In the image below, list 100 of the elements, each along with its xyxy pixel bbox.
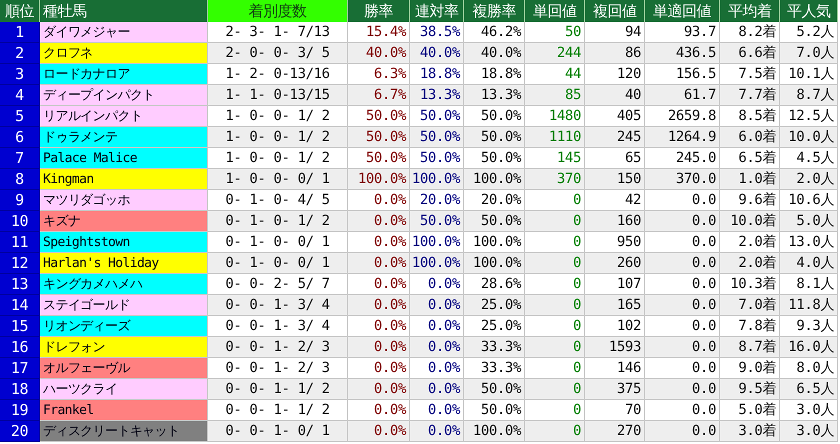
table-cell: 70 [585,400,645,421]
table-cell: 86 [585,43,645,64]
table-cell: 1.0着 [720,169,780,190]
rank-cell: 2 [0,43,40,64]
table-cell: 405 [585,106,645,127]
table-cell: 0.0% [410,379,464,400]
table-cell: 0 [525,358,585,379]
table-cell: 2- 3- 1- 7/13 [208,22,348,43]
sire-name-cell: Harlan's Holiday [40,253,208,274]
sire-name-cell: キズナ [40,211,208,232]
table-cell: 6.5着 [720,148,780,169]
table-cell: 107 [585,274,645,295]
column-header: 種牡馬 [40,0,208,22]
table-cell: 0.0 [645,400,720,421]
table-cell: 1- 2- 0-13/16 [208,64,348,85]
table-cell: 10.1人 [780,64,838,85]
rank-cell: 20 [0,421,40,442]
rank-cell: 4 [0,85,40,106]
table-cell: 1- 0- 0- 1/ 2 [208,106,348,127]
table-cell: 0.0 [645,211,720,232]
table-cell: 150 [585,169,645,190]
rank-cell: 12 [0,253,40,274]
table-cell: 375 [585,379,645,400]
table-cell: 270 [585,421,645,442]
table-cell: 260 [585,253,645,274]
table-cell: 1- 0- 0- 1/ 2 [208,127,348,148]
table-cell: 0.0 [645,316,720,337]
table-cell: 370 [525,169,585,190]
table-cell: 40 [585,85,645,106]
table-cell: 4.5人 [780,148,838,169]
table-cell: 11.8人 [780,295,838,316]
sire-name-cell: オルフェーヴル [40,358,208,379]
column-header: 複勝率 [464,0,525,22]
table-cell: 1- 0- 0- 0/ 1 [208,169,348,190]
table-cell: 50.0% [464,400,525,421]
table-cell: 10.0人 [780,127,838,148]
table-cell: 0.0% [348,253,410,274]
table-cell: 0.0% [348,232,410,253]
table-cell: 0 [525,211,585,232]
rank-cell: 10 [0,211,40,232]
column-header: 複回値 [585,0,645,22]
table-cell: 8.2着 [720,22,780,43]
table-cell: 0.0% [348,274,410,295]
table-cell: 40.0% [348,43,410,64]
rank-cell: 18 [0,379,40,400]
table-cell: 0.0% [348,358,410,379]
column-header: 勝率 [348,0,410,22]
table-cell: 370.0 [645,169,720,190]
table-cell: 33.3% [464,337,525,358]
table-cell: 7.5着 [720,64,780,85]
table-cell: 0- 1- 0- 1/ 2 [208,211,348,232]
rank-cell: 17 [0,358,40,379]
table-cell: 0 [525,337,585,358]
table-cell: 94 [585,22,645,43]
table-cell: 50.0% [464,211,525,232]
table-cell: 436.5 [645,43,720,64]
table-cell: 7.0人 [780,43,838,64]
sire-name-cell: マツリダゴッホ [40,190,208,211]
table-cell: 50.0% [348,127,410,148]
table-cell: 50 [525,22,585,43]
sire-name-cell: ハーツクライ [40,379,208,400]
rank-cell: 16 [0,337,40,358]
table-cell: 15.4% [348,22,410,43]
rank-cell: 14 [0,295,40,316]
rank-cell: 7 [0,148,40,169]
table-cell: 42 [585,190,645,211]
table-cell: 50.0% [464,106,525,127]
table-cell: 12.5人 [780,106,838,127]
table-cell: 7.8着 [720,316,780,337]
table-cell: 0.0% [348,211,410,232]
table-cell: 18.8% [464,64,525,85]
column-header: 平均着 [720,0,780,22]
table-cell: 44 [525,64,585,85]
table-cell: 0- 0- 1- 2/ 3 [208,358,348,379]
table-cell: 0- 0- 1- 3/ 4 [208,316,348,337]
sire-name-cell: Palace Malice [40,148,208,169]
table-cell: 4.0人 [780,253,838,274]
table-cell: 6.7% [348,85,410,106]
table-cell: 50.0% [348,106,410,127]
table-cell: 0 [525,400,585,421]
table-cell: 0.0 [645,190,720,211]
column-header: 連対率 [410,0,464,22]
table-cell: 0- 1- 0- 0/ 1 [208,253,348,274]
table-cell: 7.7着 [720,85,780,106]
sire-name-cell: ダイワメジャー [40,22,208,43]
rank-cell: 5 [0,106,40,127]
table-cell: 8.5着 [720,106,780,127]
table-cell: 10.0着 [720,211,780,232]
table-cell: 16.0人 [780,337,838,358]
table-cell: 145 [525,148,585,169]
table-cell: 5.0着 [720,400,780,421]
table-cell: 10.3着 [720,274,780,295]
sire-name-cell: ステイゴールド [40,295,208,316]
table-cell: 0.0% [348,295,410,316]
table-cell: 0 [525,232,585,253]
table-cell: 5.0人 [780,211,838,232]
table-cell: 8.1人 [780,274,838,295]
table-cell: 50.0% [464,148,525,169]
table-cell: 165 [585,295,645,316]
rank-cell: 9 [0,190,40,211]
